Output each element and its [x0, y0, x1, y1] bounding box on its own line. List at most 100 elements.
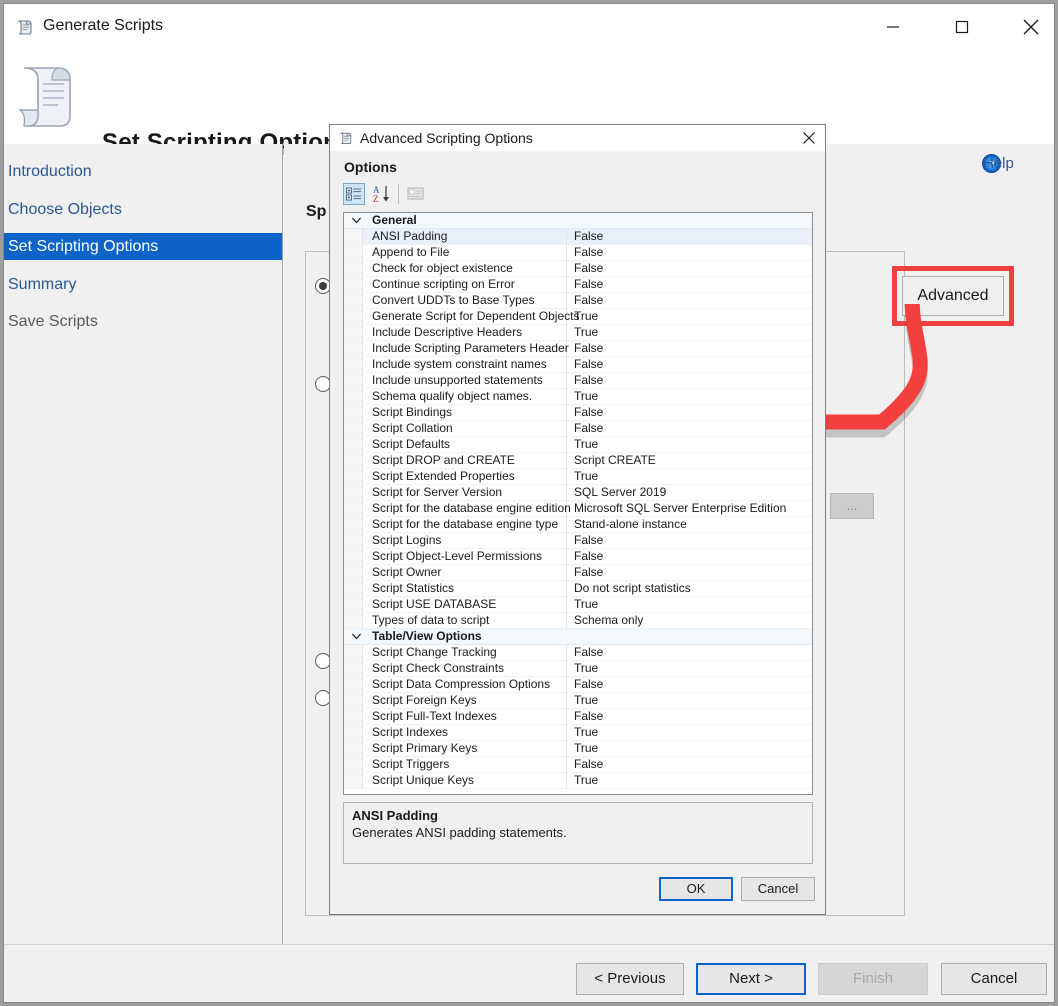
- previous-button[interactable]: < Previous: [576, 963, 684, 995]
- property-row[interactable]: Include Scripting Parameters HeaderFalse: [344, 341, 812, 357]
- property-grid-toolbar: A Z: [343, 183, 813, 205]
- generate-scripts-window: Generate Scripts Set Scripting Options: [3, 3, 1055, 1003]
- property-value[interactable]: False: [574, 645, 603, 660]
- property-value[interactable]: False: [574, 373, 603, 388]
- help-link[interactable]: Help: [983, 155, 1014, 172]
- dialog-close-button[interactable]: [793, 125, 825, 151]
- alphabetical-sort-icon[interactable]: A Z: [371, 183, 393, 205]
- property-row[interactable]: Script DefaultsTrue: [344, 437, 812, 453]
- property-value[interactable]: True: [574, 309, 598, 324]
- property-row[interactable]: Script DROP and CREATEScript CREATE: [344, 453, 812, 469]
- property-row[interactable]: Include unsupported statementsFalse: [344, 373, 812, 389]
- property-row[interactable]: Script TriggersFalse: [344, 757, 812, 773]
- property-category-header[interactable]: Table/View Options: [344, 629, 812, 645]
- dialog-ok-button[interactable]: OK: [659, 877, 733, 901]
- property-row[interactable]: Include system constraint namesFalse: [344, 357, 812, 373]
- property-pages-icon[interactable]: [405, 183, 427, 205]
- property-row[interactable]: Script for the database engine editionMi…: [344, 501, 812, 517]
- advanced-button[interactable]: Advanced: [902, 276, 1004, 316]
- property-value[interactable]: True: [574, 773, 598, 788]
- property-row[interactable]: Types of data to scriptSchema only: [344, 613, 812, 629]
- property-row[interactable]: ANSI PaddingFalse: [344, 229, 812, 245]
- property-row[interactable]: Check for object existenceFalse: [344, 261, 812, 277]
- browse-button[interactable]: ...: [830, 493, 874, 519]
- property-value[interactable]: True: [574, 325, 598, 340]
- property-value[interactable]: False: [574, 293, 603, 308]
- property-value[interactable]: False: [574, 341, 603, 356]
- property-row-indent: [344, 421, 363, 436]
- property-value[interactable]: False: [574, 405, 603, 420]
- property-value[interactable]: Stand-alone instance: [574, 517, 687, 532]
- property-row[interactable]: Script Extended PropertiesTrue: [344, 469, 812, 485]
- property-row[interactable]: Script Check ConstraintsTrue: [344, 661, 812, 677]
- property-row[interactable]: Script CollationFalse: [344, 421, 812, 437]
- property-value[interactable]: True: [574, 437, 598, 452]
- property-row[interactable]: Script Unique KeysTrue: [344, 773, 812, 789]
- property-value[interactable]: False: [574, 261, 603, 276]
- property-row[interactable]: Continue scripting on ErrorFalse: [344, 277, 812, 293]
- description-text: Generates ANSI padding statements.: [352, 825, 567, 840]
- property-name: Generate Script for Dependent Objects: [372, 309, 579, 324]
- property-value[interactable]: Script CREATE: [574, 453, 656, 468]
- property-value[interactable]: Do not script statistics: [574, 581, 691, 596]
- property-row[interactable]: Script BindingsFalse: [344, 405, 812, 421]
- sidebar-item-introduction[interactable]: Introduction: [4, 158, 282, 185]
- close-button[interactable]: [1008, 4, 1054, 49]
- property-value[interactable]: True: [574, 661, 598, 676]
- property-row[interactable]: Script LoginsFalse: [344, 533, 812, 549]
- property-value[interactable]: False: [574, 533, 603, 548]
- property-value[interactable]: False: [574, 277, 603, 292]
- sidebar-item-save-scripts[interactable]: Save Scripts: [4, 308, 282, 335]
- sidebar-item-set-scripting-options[interactable]: Set Scripting Options: [4, 233, 282, 260]
- property-column-divider: [566, 229, 567, 244]
- property-row[interactable]: Generate Script for Dependent ObjectsTru…: [344, 309, 812, 325]
- maximize-button[interactable]: [939, 4, 985, 49]
- property-category-header[interactable]: General: [344, 213, 812, 229]
- property-value[interactable]: False: [574, 245, 603, 260]
- property-row[interactable]: Script StatisticsDo not script statistic…: [344, 581, 812, 597]
- property-row[interactable]: Convert UDDTs to Base TypesFalse: [344, 293, 812, 309]
- cancel-button[interactable]: Cancel: [941, 963, 1047, 995]
- property-value[interactable]: False: [574, 549, 603, 564]
- property-row[interactable]: Script for Server VersionSQL Server 2019: [344, 485, 812, 501]
- property-row[interactable]: Script for the database engine typeStand…: [344, 517, 812, 533]
- property-row[interactable]: Append to FileFalse: [344, 245, 812, 261]
- property-row[interactable]: Script Data Compression OptionsFalse: [344, 677, 812, 693]
- property-row[interactable]: Script IndexesTrue: [344, 725, 812, 741]
- property-value[interactable]: True: [574, 389, 598, 404]
- property-row[interactable]: Script OwnerFalse: [344, 565, 812, 581]
- minimize-button[interactable]: [870, 4, 916, 49]
- dialog-title: Advanced Scripting Options: [360, 130, 533, 146]
- property-value[interactable]: False: [574, 421, 603, 436]
- property-name: Script Foreign Keys: [372, 693, 477, 708]
- categorized-view-icon[interactable]: [343, 183, 365, 205]
- property-row[interactable]: Script Foreign Keys True: [344, 693, 812, 709]
- property-value[interactable]: Schema only: [574, 613, 643, 628]
- next-button[interactable]: Next >: [696, 963, 806, 995]
- sidebar-item-summary[interactable]: Summary: [4, 271, 282, 298]
- property-row[interactable]: Include Descriptive HeadersTrue: [344, 325, 812, 341]
- property-row[interactable]: Schema qualify object names.True: [344, 389, 812, 405]
- property-row[interactable]: Script Full-Text IndexesFalse: [344, 709, 812, 725]
- property-value[interactable]: Microsoft SQL Server Enterprise Edition: [574, 501, 786, 516]
- property-value[interactable]: True: [574, 597, 598, 612]
- property-row[interactable]: Script Primary KeysTrue: [344, 741, 812, 757]
- property-row[interactable]: Script USE DATABASETrue: [344, 597, 812, 613]
- dialog-cancel-button[interactable]: Cancel: [741, 877, 815, 901]
- property-value[interactable]: False: [574, 357, 603, 372]
- property-value[interactable]: True: [574, 725, 598, 740]
- property-row[interactable]: Script Change TrackingFalse: [344, 645, 812, 661]
- property-value[interactable]: False: [574, 709, 603, 724]
- sidebar-item-choose-objects[interactable]: Choose Objects: [4, 196, 282, 223]
- property-value[interactable]: False: [574, 565, 603, 580]
- property-value[interactable]: False: [574, 757, 603, 772]
- property-grid[interactable]: GeneralANSI PaddingFalseAppend to FileFa…: [343, 212, 813, 795]
- property-value[interactable]: False: [574, 229, 603, 244]
- property-value[interactable]: SQL Server 2019: [574, 485, 666, 500]
- property-value[interactable]: True: [574, 469, 598, 484]
- property-row[interactable]: Script Object-Level PermissionsFalse: [344, 549, 812, 565]
- property-value[interactable]: True: [574, 693, 598, 708]
- property-row-indent: [344, 469, 363, 484]
- property-value[interactable]: False: [574, 677, 603, 692]
- property-value[interactable]: True: [574, 741, 598, 756]
